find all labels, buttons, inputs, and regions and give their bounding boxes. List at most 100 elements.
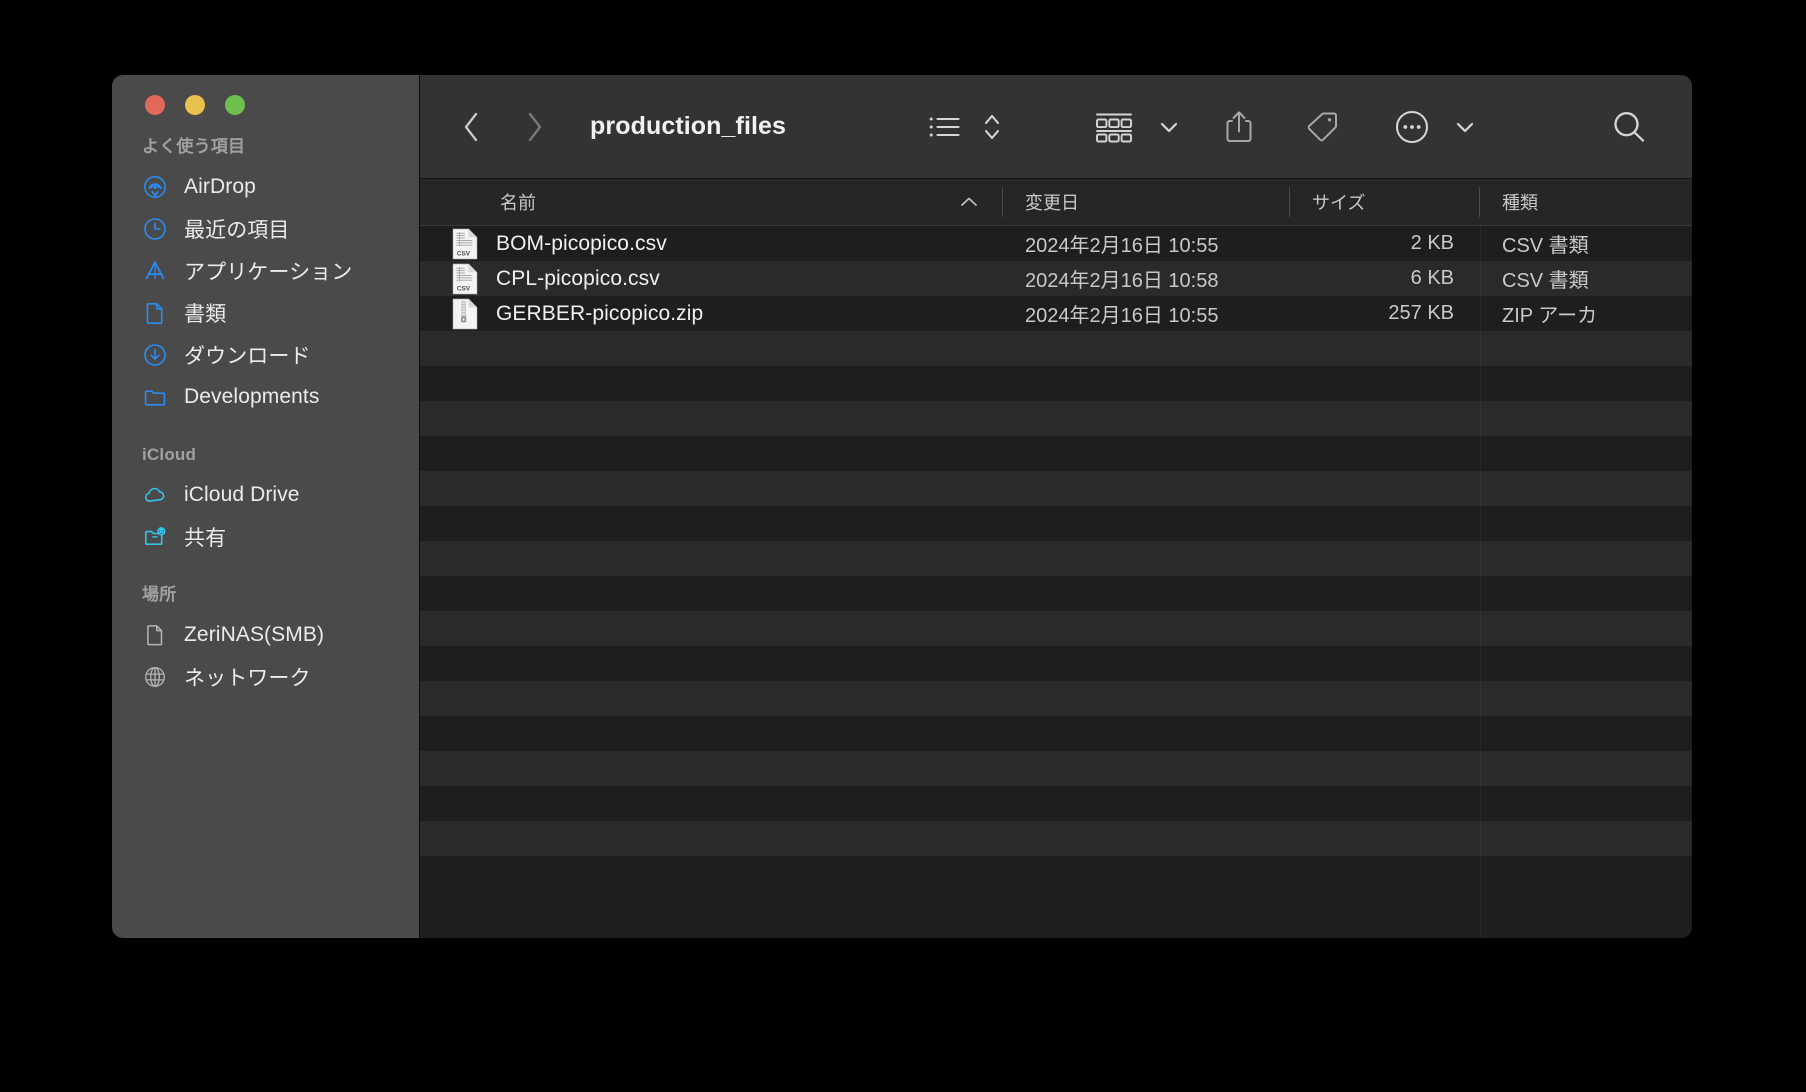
sidebar-item-label: ダウンロード [184, 345, 311, 368]
sidebar-item-airdrop[interactable]: AirDrop [112, 166, 419, 208]
sidebar-section-title-favorites: よく使う項目 [142, 137, 246, 156]
screen: よく使う項目 AirDrop 最近の項目 アプリケーション 書類 ダウンロード … [0, 0, 1806, 1092]
svg-text:CSV: CSV [457, 285, 471, 292]
empty-row[interactable] [420, 681, 1692, 716]
column-header-label: 名前 [500, 193, 536, 213]
share-upload-icon [1223, 108, 1255, 146]
file-kind-cell: CSV 書類 [1502, 270, 1589, 292]
file-date-cell: 2024年2月16日 10:55 [1025, 305, 1219, 327]
sidebar-section-icloud: iCloud iCloud Drive 共有 [112, 442, 419, 558]
file-name-cell: CSV CPL-picopico.csv [420, 263, 1003, 295]
chevron-up-icon [959, 196, 979, 209]
shared-folder-icon [142, 524, 168, 550]
sidebar-item-shared[interactable]: 共有 [112, 516, 419, 558]
empty-row[interactable] [420, 436, 1692, 471]
chevron-down-icon [1159, 120, 1179, 134]
table-row[interactable]: GERBER-picopico.zip 2024年2月16日 10:55 257 K… [420, 296, 1692, 331]
column-header-label: サイズ [1312, 193, 1366, 213]
tag-icon [1303, 108, 1341, 146]
table-row[interactable]: CSV CPL-picopico.csv 2024年2月16日 10:58 6 KB… [420, 261, 1692, 296]
sidebar-item-label: iCloud Drive [184, 483, 300, 506]
file-name-label: GERBER-picopico.zip [496, 301, 704, 325]
file-size-cell: 2 KB [1410, 232, 1454, 254]
updown-chevrons-icon [982, 111, 1002, 143]
csv-file-icon: CSV [452, 263, 480, 295]
file-name-label: CPL-picopico.csv [496, 266, 660, 290]
share-button[interactable] [1223, 107, 1255, 147]
list-view-icon [928, 112, 962, 142]
sidebar-section-title-locations: 場所 [142, 585, 177, 604]
sidebar-item-applications[interactable]: アプリケーション [112, 250, 419, 292]
sidebar-item-label: ネットワーク [184, 667, 311, 690]
sidebar-item-label: 共有 [184, 527, 227, 550]
svg-text:CSV: CSV [457, 250, 471, 257]
column-header-name[interactable]: 名前 [420, 179, 1003, 225]
csv-file-icon: CSV [452, 228, 480, 260]
empty-row[interactable] [420, 541, 1692, 576]
file-name-label: BOM-picopico.csv [496, 231, 667, 255]
page-title: production_files [590, 112, 787, 140]
sidebar-item-downloads[interactable]: ダウンロード [112, 334, 419, 376]
sidebar-item-documents[interactable]: 書類 [112, 292, 419, 334]
toolbar: production_files [420, 75, 1692, 178]
search-button[interactable] [1610, 107, 1648, 147]
maximize-window-button[interactable] [225, 95, 245, 115]
empty-row[interactable] [420, 611, 1692, 646]
tags-button[interactable] [1303, 107, 1341, 147]
sidebar-item-label: 最近の項目 [184, 219, 290, 242]
sidebar-item-label: Developments [184, 385, 320, 408]
zip-file-icon [452, 298, 480, 330]
sidebar-item-label: ZeriNAS(SMB) [184, 623, 325, 646]
document-icon [142, 300, 168, 326]
empty-row[interactable] [420, 646, 1692, 681]
group-by-button[interactable] [1094, 107, 1179, 147]
sidebar-section-favorites: よく使う項目 AirDrop 最近の項目 アプリケーション 書類 ダウンロード … [112, 134, 419, 418]
sidebar-item-network[interactable]: ネットワーク [112, 656, 419, 698]
empty-row[interactable] [420, 716, 1692, 751]
finder-window: よく使う項目 AirDrop 最近の項目 アプリケーション 書類 ダウンロード … [112, 75, 1692, 938]
globe-icon [142, 664, 168, 690]
download-circle-icon [142, 342, 168, 368]
airdrop-icon [142, 174, 168, 200]
close-window-button[interactable] [145, 95, 165, 115]
column-header-size[interactable]: サイズ [1290, 179, 1480, 225]
file-date-cell: 2024年2月16日 10:55 [1025, 235, 1219, 257]
empty-row[interactable] [420, 366, 1692, 401]
clock-icon [142, 216, 168, 242]
empty-row[interactable] [420, 506, 1692, 541]
empty-row[interactable] [420, 401, 1692, 436]
file-list[interactable]: CSV BOM-picopico.csv 2024年2月16日 10:55 2 KB… [420, 226, 1692, 938]
column-header-kind[interactable]: 種類 [1480, 179, 1692, 225]
sidebar-scroll-area[interactable]: よく使う項目 AirDrop 最近の項目 アプリケーション 書類 ダウンロード … [112, 106, 419, 698]
navigation-buttons [458, 111, 548, 143]
sidebar-item-label: 書類 [184, 303, 227, 326]
empty-row[interactable] [420, 331, 1692, 366]
column-header-label: 種類 [1502, 193, 1538, 213]
empty-row[interactable] [420, 576, 1692, 611]
window-controls [112, 75, 419, 115]
file-kind-cell: CSV 書類 [1502, 235, 1589, 257]
sidebar-item-developments[interactable]: Developments [112, 376, 419, 418]
column-header-date-modified[interactable]: 変更日 [1003, 179, 1290, 225]
sidebar-item-recents[interactable]: 最近の項目 [112, 208, 419, 250]
sidebar-item-zerinas-smb[interactable]: ZeriNAS(SMB) [112, 614, 419, 656]
table-row[interactable]: CSV BOM-picopico.csv 2024年2月16日 10:55 2 KB… [420, 226, 1692, 261]
view-mode-list-button[interactable] [928, 107, 1002, 147]
empty-row[interactable] [420, 751, 1692, 786]
ellipsis-circle-icon [1393, 108, 1431, 146]
sidebar: よく使う項目 AirDrop 最近の項目 アプリケーション 書類 ダウンロード … [112, 75, 419, 938]
empty-row[interactable] [420, 821, 1692, 856]
more-actions-button[interactable] [1393, 107, 1475, 147]
applications-icon [142, 258, 168, 284]
document-icon [142, 622, 168, 648]
back-button[interactable] [458, 111, 484, 143]
column-header-label: 変更日 [1025, 193, 1079, 213]
cloud-icon [142, 482, 168, 508]
minimize-window-button[interactable] [185, 95, 205, 115]
sidebar-item-icloud-drive[interactable]: iCloud Drive [112, 474, 419, 516]
grid-group-icon [1094, 110, 1134, 144]
empty-row[interactable] [420, 471, 1692, 506]
forward-button[interactable] [522, 111, 548, 143]
empty-row[interactable] [420, 786, 1692, 821]
file-size-cell: 6 KB [1410, 267, 1454, 289]
